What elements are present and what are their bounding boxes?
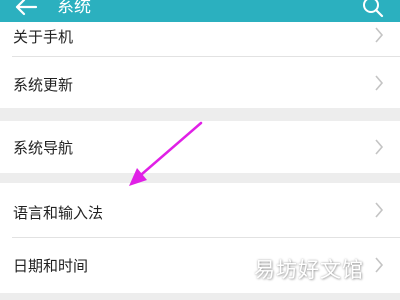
watermark: 易坊好文馆 xyxy=(254,258,364,282)
settings-screen: 系统 关于手机 系统更新 系统导航 语言和输入法 日期和时间 易坊好文馆 xyxy=(0,0,400,300)
